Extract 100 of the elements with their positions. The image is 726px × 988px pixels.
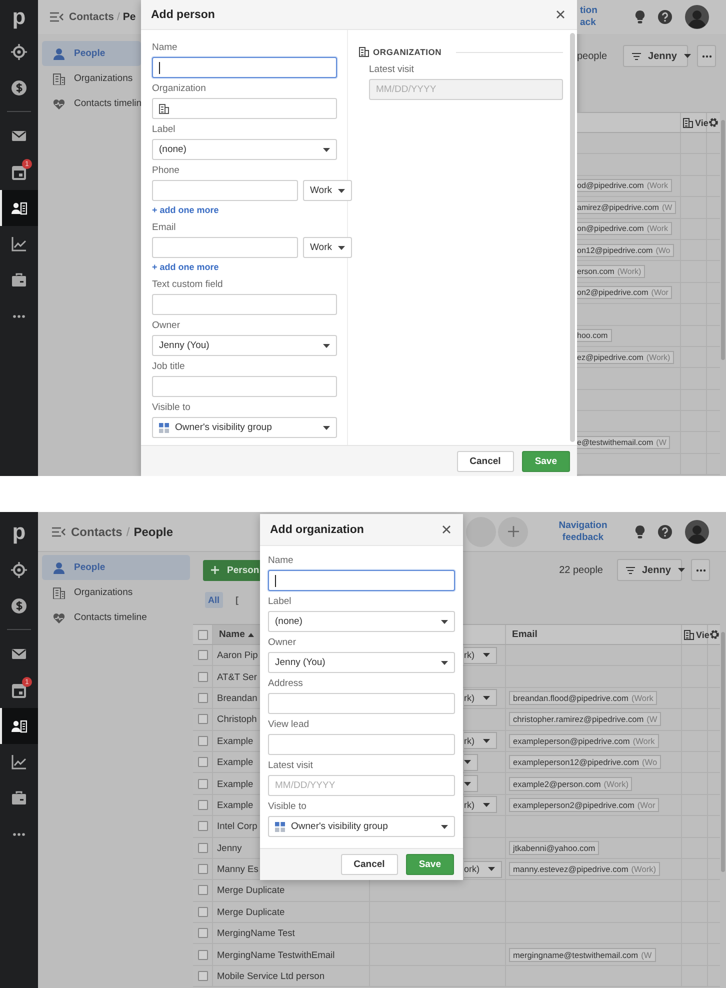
- column-header[interactable]: Vie: [695, 118, 708, 128]
- lightbulb-icon[interactable]: [635, 10, 645, 24]
- navigation-feedback-link[interactable]: tion ack: [580, 5, 598, 29]
- email-tag[interactable]: exampleperson12@pipedrive.com (Wo: [509, 755, 662, 770]
- email-tag[interactable]: hoo.com: [577, 329, 612, 342]
- email-tag[interactable]: on2@pipedrive.com (Wor: [577, 286, 672, 300]
- person-name[interactable]: Merge Duplicate: [217, 906, 285, 917]
- settings-icon[interactable]: [708, 629, 720, 640]
- checkbox[interactable]: [198, 821, 208, 832]
- phone-dropdown[interactable]: rk): [464, 796, 496, 814]
- email-tag[interactable]: amirez@pipedrive.com (W: [577, 200, 676, 214]
- checkbox[interactable]: [198, 950, 208, 960]
- person-name[interactable]: Mobile Service Ltd person: [217, 971, 324, 982]
- checkbox[interactable]: [198, 906, 208, 917]
- email-tag[interactable]: od@pipedrive.com (Work: [577, 179, 672, 192]
- dropdown[interactable]: Owner's visibility group: [268, 816, 455, 837]
- scrollbar[interactable]: [721, 120, 725, 360]
- phone-dropdown[interactable]: ork): [464, 860, 502, 878]
- avatar[interactable]: [685, 520, 709, 544]
- input-field[interactable]: [152, 180, 298, 201]
- filter-chip[interactable]: [: [232, 592, 242, 608]
- close-icon[interactable]: [442, 525, 451, 534]
- table-row[interactable]: MergingName Test: [193, 923, 720, 944]
- checkbox[interactable]: [198, 971, 208, 982]
- email-tag[interactable]: e@testwithemail.com (W: [577, 436, 670, 450]
- checkbox[interactable]: [198, 630, 208, 640]
- person-name[interactable]: MergingName Test: [217, 928, 295, 938]
- rail-button[interactable]: [0, 190, 38, 226]
- help-icon[interactable]: [658, 524, 672, 538]
- input-field[interactable]: [268, 734, 455, 755]
- table-row[interactable]: Mobile Service Ltd person: [193, 966, 720, 988]
- dropdown[interactable]: Owner's visibility group: [152, 417, 337, 438]
- input-field[interactable]: [152, 294, 337, 315]
- email-tag[interactable]: exampleperson@pipedrive.com (Work: [509, 734, 659, 748]
- sidebar-item[interactable]: Organizations: [42, 66, 141, 91]
- email-tag[interactable]: christopher.ramirez@pipedrive.com (W: [509, 712, 662, 726]
- more-button[interactable]: [691, 559, 710, 581]
- checkbox[interactable]: [198, 778, 208, 789]
- person-name[interactable]: Example: [217, 778, 254, 789]
- phone-dropdown[interactable]: [464, 754, 478, 771]
- sidebar-item[interactable]: Contacts timelin: [42, 91, 141, 116]
- menu-icon[interactable]: [52, 526, 66, 536]
- checkbox[interactable]: [198, 714, 208, 724]
- input-field[interactable]: [152, 57, 337, 78]
- person-name[interactable]: Intel Corp: [217, 821, 258, 832]
- email-tag[interactable]: on12@pipedrive.com (Wo: [577, 244, 674, 257]
- email-tag[interactable]: jtkabenni@yahoo.com: [509, 840, 600, 855]
- email-tag[interactable]: mergingname@testwithemail.com (W: [509, 948, 656, 962]
- dropdown[interactable]: Work: [303, 180, 352, 201]
- email-tag[interactable]: ez@pipedrive.com (Work): [577, 350, 674, 364]
- person-name[interactable]: MergingName TestwithEmail: [217, 950, 335, 960]
- email-tag[interactable]: on@pipedrive.com (Work: [577, 222, 672, 236]
- logo[interactable]: p: [12, 512, 26, 552]
- cancel-button[interactable]: Cancel: [456, 450, 514, 472]
- filter-button[interactable]: Jenny: [617, 559, 682, 581]
- checkbox[interactable]: [198, 842, 208, 853]
- help-icon[interactable]: [658, 10, 672, 24]
- dropdown[interactable]: (none): [152, 139, 337, 160]
- column-header[interactable]: Name: [219, 629, 245, 640]
- more-button[interactable]: [697, 45, 716, 67]
- person-name[interactable]: AT&T Ser: [217, 672, 257, 682]
- sidebar-item[interactable]: Contacts timeline: [42, 605, 190, 630]
- column-header[interactable]: Vie: [696, 630, 710, 640]
- add-link[interactable]: + add one more: [152, 203, 219, 217]
- lightbulb-icon[interactable]: [635, 524, 645, 538]
- breadcrumb-link[interactable]: Contacts: [69, 11, 114, 23]
- phone-dropdown[interactable]: rk): [464, 646, 496, 664]
- email-tag[interactable]: exampleperson2@pipedrive.com (Wor: [509, 798, 660, 812]
- phone-dropdown[interactable]: rk): [464, 689, 496, 706]
- sidebar-item[interactable]: Organizations: [42, 580, 190, 605]
- email-tag[interactable]: manny.estevez@pipedrive.com (Work): [509, 862, 660, 876]
- email-tag[interactable]: breandan.flood@pipedrive.com (Work: [509, 690, 658, 705]
- avatar[interactable]: [685, 5, 709, 29]
- add-button[interactable]: [498, 516, 528, 546]
- dropdown[interactable]: Work: [303, 237, 352, 258]
- close-icon[interactable]: [556, 10, 565, 19]
- checkbox[interactable]: [198, 650, 208, 660]
- phone-dropdown[interactable]: [464, 775, 478, 792]
- person-name[interactable]: Christoph: [217, 714, 257, 724]
- checkbox[interactable]: [198, 736, 208, 746]
- table-row[interactable]: Merge Duplicate: [193, 902, 720, 924]
- checkbox[interactable]: [198, 864, 208, 874]
- checkbox[interactable]: [198, 800, 208, 810]
- menu-icon[interactable]: [50, 12, 64, 22]
- input-field[interactable]: [268, 693, 455, 714]
- checkbox[interactable]: [198, 757, 208, 768]
- scrollbar[interactable]: [721, 632, 725, 872]
- person-name[interactable]: Merge Duplicate: [217, 885, 285, 896]
- phone-dropdown[interactable]: rk): [464, 732, 496, 750]
- checkbox[interactable]: [198, 885, 208, 896]
- add-link[interactable]: + add one more: [152, 260, 219, 274]
- scrollbar[interactable]: [570, 33, 575, 442]
- filter-button[interactable]: Jenny: [623, 45, 688, 67]
- person-name[interactable]: Example: [217, 800, 254, 810]
- table-row[interactable]: Merge Duplicate: [193, 880, 720, 902]
- checkbox[interactable]: [198, 672, 208, 682]
- cancel-button[interactable]: Cancel: [340, 854, 398, 875]
- input-field[interactable]: [152, 98, 337, 119]
- input-field[interactable]: [268, 570, 455, 591]
- person-name[interactable]: Breandan: [217, 692, 258, 703]
